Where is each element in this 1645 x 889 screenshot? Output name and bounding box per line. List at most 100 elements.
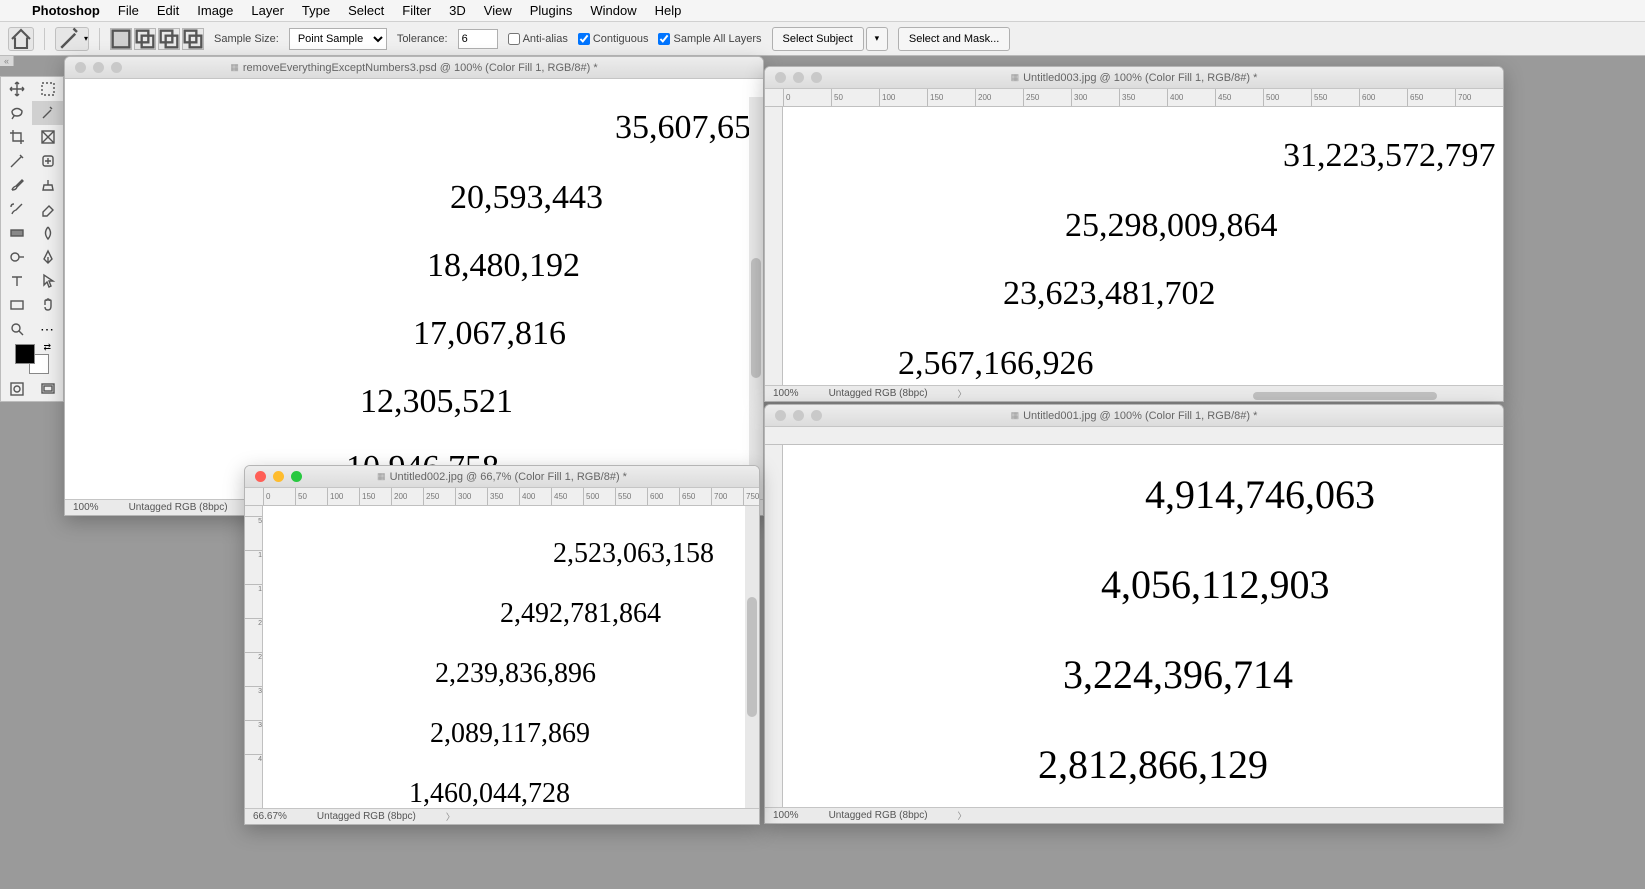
doc3-ruler-v[interactable] bbox=[765, 107, 783, 385]
maximize-icon[interactable] bbox=[811, 410, 822, 421]
doc4-ruler-h[interactable] bbox=[765, 427, 1503, 445]
menu-help[interactable]: Help bbox=[655, 3, 682, 18]
doc2-ruler-h[interactable]: 0 50 100 150 200 250 300 350 400 450 500… bbox=[245, 488, 759, 506]
close-icon[interactable] bbox=[255, 471, 266, 482]
menu-image[interactable]: Image bbox=[197, 3, 233, 18]
selection-subtract[interactable] bbox=[158, 28, 180, 50]
doc2-canvas[interactable]: 2,523,063,158 2,492,781,864 2,239,836,89… bbox=[263, 506, 759, 808]
quick-mask-mode[interactable] bbox=[1, 377, 32, 401]
doc1-profile[interactable]: Untagged RGB (8bpc) bbox=[129, 502, 228, 513]
brush-tool[interactable] bbox=[1, 173, 32, 197]
doc1-zoom[interactable]: 100% bbox=[73, 502, 99, 513]
doc3-profile[interactable]: Untagged RGB (8bpc) bbox=[829, 388, 928, 399]
tool-preset-picker[interactable]: ▾ bbox=[55, 27, 89, 51]
close-icon[interactable] bbox=[775, 72, 786, 83]
clone-stamp-tool[interactable] bbox=[32, 173, 63, 197]
sample-size-select[interactable]: Point Sample bbox=[289, 28, 387, 50]
doc2-ruler-v[interactable]: 5 1 1 2 2 3 3 4 bbox=[245, 506, 263, 808]
sample-all-check[interactable]: Sample All Layers bbox=[658, 33, 761, 45]
doc1-titlebar[interactable]: removeEverythingExceptNumbers3.psd @ 100… bbox=[65, 57, 763, 79]
doc4-status-menu[interactable]: 〉 bbox=[958, 809, 967, 822]
maximize-icon[interactable] bbox=[111, 62, 122, 73]
minimize-icon[interactable] bbox=[793, 72, 804, 83]
selection-new[interactable] bbox=[110, 28, 132, 50]
doc2-statusbar: 66.67% Untagged RGB (8bpc) 〉 bbox=[245, 808, 759, 824]
magic-wand-tool[interactable] bbox=[32, 101, 63, 125]
menu-3d[interactable]: 3D bbox=[449, 3, 466, 18]
menu-type[interactable]: Type bbox=[302, 3, 330, 18]
menu-window[interactable]: Window bbox=[590, 3, 636, 18]
edit-toolbar[interactable]: ⋯ bbox=[32, 317, 63, 341]
doc1-canvas[interactable]: 35,607,652 20,593,443 18,480,192 17,067,… bbox=[65, 79, 763, 499]
select-subject-dropdown[interactable]: ▾ bbox=[866, 27, 888, 51]
move-tool[interactable] bbox=[1, 77, 32, 101]
menu-file[interactable]: File bbox=[118, 3, 139, 18]
selection-intersect[interactable] bbox=[182, 28, 204, 50]
app-name[interactable]: Photoshop bbox=[32, 3, 100, 18]
crop-tool[interactable] bbox=[1, 125, 32, 149]
doc4-ruler-v[interactable] bbox=[765, 445, 783, 807]
frame-tool[interactable] bbox=[32, 125, 63, 149]
pen-tool[interactable] bbox=[32, 245, 63, 269]
maximize-icon[interactable] bbox=[811, 72, 822, 83]
menu-layer[interactable]: Layer bbox=[251, 3, 284, 18]
doc1-scrollbar-v[interactable] bbox=[749, 97, 763, 499]
menu-edit[interactable]: Edit bbox=[157, 3, 179, 18]
doc2-zoom[interactable]: 66.67% bbox=[253, 811, 287, 822]
select-and-mask-button[interactable]: Select and Mask... bbox=[898, 27, 1011, 51]
gradient-tool[interactable] bbox=[1, 221, 32, 245]
doc2-scrollbar-v[interactable] bbox=[745, 506, 759, 808]
zoom-tool[interactable] bbox=[1, 317, 32, 341]
color-swatches[interactable]: ⇄ bbox=[1, 341, 63, 377]
home-button[interactable] bbox=[8, 27, 34, 51]
doc3-titlebar[interactable]: Untitled003.jpg @ 100% (Color Fill 1, RG… bbox=[765, 67, 1503, 89]
minimize-icon[interactable] bbox=[93, 62, 104, 73]
doc4-zoom[interactable]: 100% bbox=[773, 810, 799, 821]
doc1-title: removeEverythingExceptNumbers3.psd @ 100… bbox=[230, 62, 597, 74]
doc4-profile[interactable]: Untagged RGB (8bpc) bbox=[829, 810, 928, 821]
history-brush-tool[interactable] bbox=[1, 197, 32, 221]
doc2-titlebar[interactable]: Untitled002.jpg @ 66,7% (Color Fill 1, R… bbox=[245, 466, 759, 488]
lasso-tool[interactable] bbox=[1, 101, 32, 125]
doc3-canvas[interactable]: 31,223,572,797 25,298,009,864 23,623,481… bbox=[783, 107, 1503, 385]
doc4-titlebar[interactable]: Untitled001.jpg @ 100% (Color Fill 1, RG… bbox=[765, 405, 1503, 427]
contiguous-check[interactable]: Contiguous bbox=[578, 33, 649, 45]
doc3-scrollbar-h[interactable] bbox=[965, 391, 1489, 401]
rectangle-tool[interactable] bbox=[1, 293, 32, 317]
swap-colors-icon[interactable]: ⇄ bbox=[43, 342, 51, 353]
doc3-zoom[interactable]: 100% bbox=[773, 388, 799, 399]
panel-dock-collapse[interactable]: « bbox=[0, 56, 14, 66]
minimize-icon[interactable] bbox=[793, 410, 804, 421]
doc4-canvas[interactable]: 4,914,746,063 4,056,112,903 3,224,396,71… bbox=[783, 445, 1503, 807]
menu-filter[interactable]: Filter bbox=[402, 3, 431, 18]
dodge-tool[interactable] bbox=[1, 245, 32, 269]
document-window-1: removeEverythingExceptNumbers3.psd @ 100… bbox=[64, 56, 764, 516]
path-selection-tool[interactable] bbox=[32, 269, 63, 293]
menu-view[interactable]: View bbox=[484, 3, 512, 18]
eraser-tool[interactable] bbox=[32, 197, 63, 221]
close-icon[interactable] bbox=[75, 62, 86, 73]
tolerance-input[interactable] bbox=[458, 29, 498, 49]
maximize-icon[interactable] bbox=[291, 471, 302, 482]
foreground-color[interactable] bbox=[15, 344, 35, 364]
screen-mode[interactable] bbox=[32, 377, 63, 401]
doc2-status-menu[interactable]: 〉 bbox=[446, 810, 455, 823]
healing-brush-tool[interactable] bbox=[32, 149, 63, 173]
hand-tool[interactable] bbox=[32, 293, 63, 317]
doc2-profile[interactable]: Untagged RGB (8bpc) bbox=[317, 811, 416, 822]
menu-select[interactable]: Select bbox=[348, 3, 384, 18]
doc1-value-1: 20,593,443 bbox=[450, 179, 603, 217]
close-icon[interactable] bbox=[775, 410, 786, 421]
selection-add[interactable] bbox=[134, 28, 156, 50]
eyedropper-tool[interactable] bbox=[1, 149, 32, 173]
type-tool[interactable] bbox=[1, 269, 32, 293]
blur-tool[interactable] bbox=[32, 221, 63, 245]
document-window-2: Untitled002.jpg @ 66,7% (Color Fill 1, R… bbox=[244, 465, 760, 825]
doc2-title: Untitled002.jpg @ 66,7% (Color Fill 1, R… bbox=[377, 471, 627, 483]
anti-alias-check[interactable]: Anti-alias bbox=[508, 33, 568, 45]
menu-plugins[interactable]: Plugins bbox=[530, 3, 573, 18]
select-subject-button[interactable]: Select Subject bbox=[772, 27, 864, 51]
doc3-ruler-h[interactable]: 0 50 100 150 200 250 300 350 400 450 500… bbox=[765, 89, 1503, 107]
minimize-icon[interactable] bbox=[273, 471, 284, 482]
marquee-tool[interactable] bbox=[32, 77, 63, 101]
